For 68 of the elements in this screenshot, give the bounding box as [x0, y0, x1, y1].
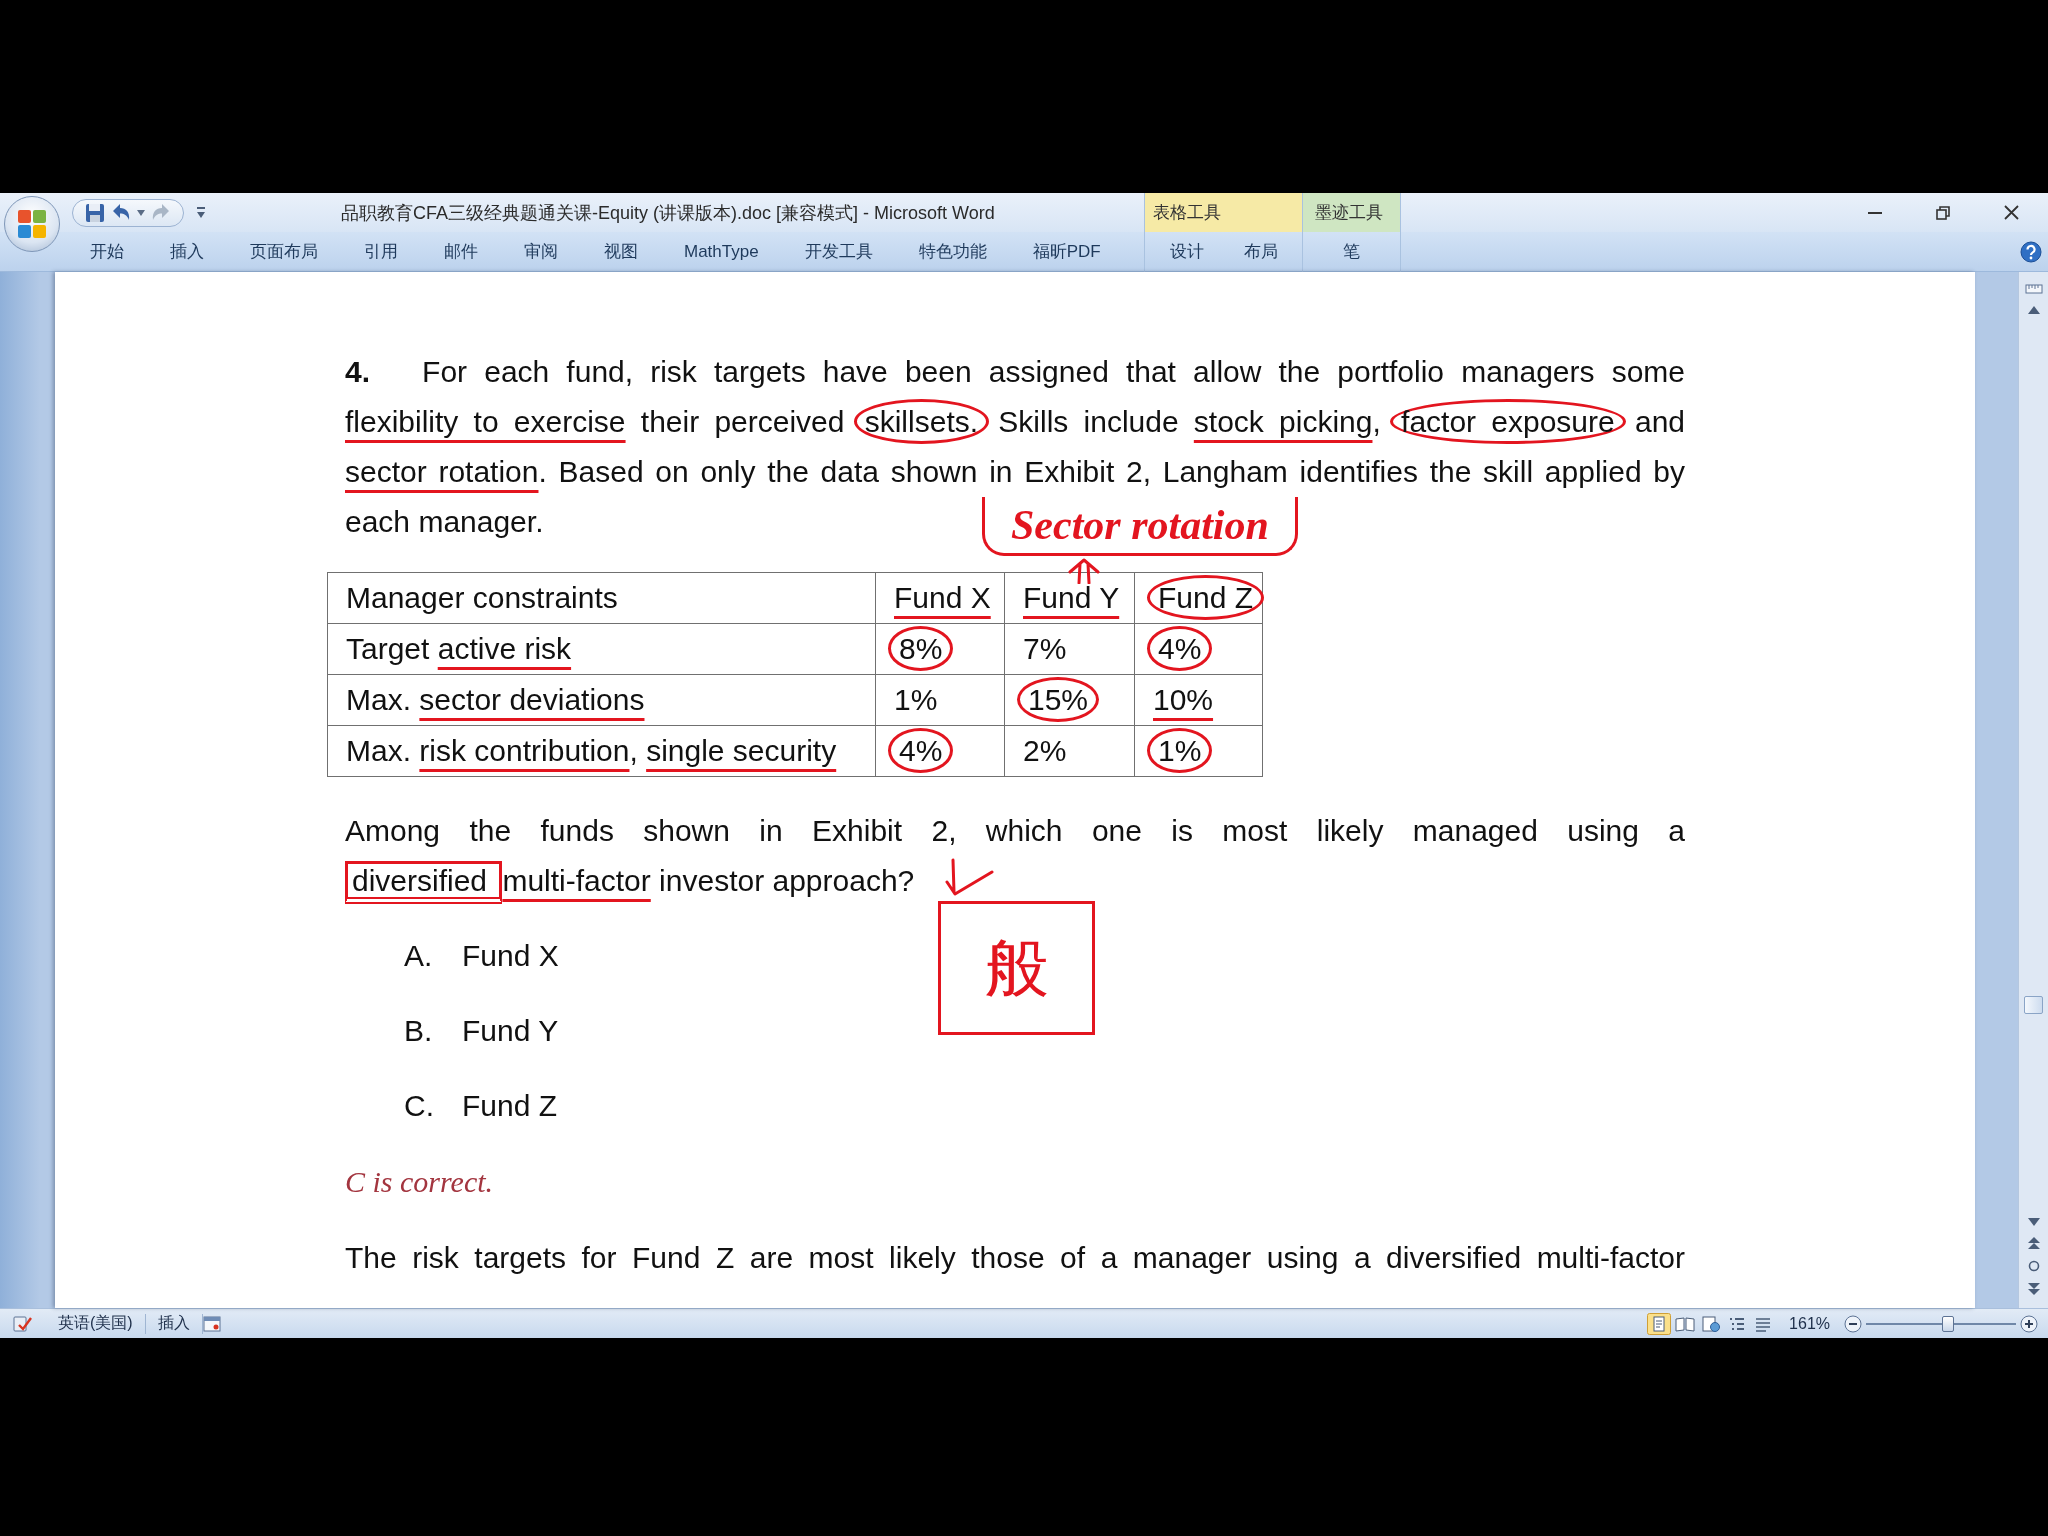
handwritten-note: Sector rotation — [982, 497, 1298, 556]
option-text: Fund X — [462, 939, 559, 973]
ribbon-tab[interactable]: 福昕PDF — [1009, 235, 1124, 268]
vertical-scrollbar[interactable] — [2018, 272, 2048, 1308]
table-cell: Max. risk contribution, single security — [327, 725, 876, 777]
table-cell: 10% — [1134, 674, 1263, 726]
ribbon-tab[interactable]: 插入 — [147, 235, 227, 268]
table-cell: Max. sector deviations — [327, 674, 876, 726]
zoom-in-icon[interactable] — [2020, 1314, 2038, 1333]
arrow-up-icon[interactable] — [2027, 306, 2040, 314]
table-cell: 2% — [1004, 725, 1135, 777]
minimize-icon — [1868, 211, 1882, 214]
explanation-text: The risk targets for Fund Z are most likely those of a manager using a diversified multi-factor — [345, 1240, 1685, 1276]
help-icon[interactable] — [2020, 240, 2042, 263]
window-title: 品职教育CFA三级经典题通关课-Equity (讲课版本).doc [兼容模式] - Microsoft Word — [341, 201, 995, 225]
table-cell: Target active risk — [327, 623, 876, 675]
ruler-icon[interactable] — [2024, 282, 2043, 296]
ribbon-tab[interactable]: 开始 — [67, 235, 147, 268]
column-header: Fund Z — [1134, 572, 1263, 624]
zoom-out-icon[interactable] — [1844, 1314, 1862, 1333]
table-cell: 8% — [875, 623, 1005, 675]
option-letter: B. — [404, 1014, 433, 1048]
table-cell: 4% — [1134, 623, 1263, 675]
contextual-tab-group-label: 表格工具 — [1145, 193, 1302, 232]
column-header: Manager constraints — [327, 572, 876, 624]
zoom-level[interactable]: 161% — [1783, 1314, 1840, 1333]
arrow-down-icon[interactable] — [2027, 1218, 2040, 1226]
answer-key-text: C is correct. — [345, 1164, 495, 1200]
ribbon-tab[interactable]: 布局 — [1223, 235, 1298, 268]
caret-icon[interactable] — [196, 206, 206, 219]
scrollbar-thumb[interactable] — [2024, 995, 2043, 1014]
column-header: Fund Y — [1004, 572, 1135, 624]
double-arrow-down-icon[interactable] — [2027, 1282, 2040, 1296]
insert-mode-indicator[interactable]: 插入 — [145, 1313, 202, 1334]
handwritten-note: 般 — [938, 901, 1095, 1035]
ribbon-tab[interactable]: 开发工具 — [781, 235, 896, 268]
option-letter: A. — [404, 939, 433, 973]
contextual-tab-group-label: 墨迹工具 — [1303, 193, 1400, 232]
ribbon-tab[interactable]: 审阅 — [501, 235, 581, 268]
table-cell: 1% — [1134, 725, 1263, 777]
restore-icon — [1936, 205, 1950, 220]
ribbon-tab[interactable]: 设计 — [1149, 235, 1224, 268]
ribbon-tab[interactable]: MathType — [661, 236, 782, 267]
page-icon[interactable] — [1647, 1312, 1672, 1335]
ribbon-tab[interactable]: 邮件 — [421, 235, 501, 268]
table-cell: 15% — [1004, 674, 1135, 726]
option-letter: C. — [404, 1089, 434, 1123]
option-text: Fund Z — [462, 1089, 558, 1123]
four-squares-icon — [17, 209, 47, 239]
table-cell: 4% — [875, 725, 1005, 777]
circle-icon[interactable] — [2027, 1260, 2040, 1272]
ribbon-tab[interactable]: 引用 — [341, 235, 421, 268]
handwritten-arrow — [1066, 558, 1102, 584]
double-arrow-up-icon[interactable] — [2027, 1236, 2040, 1250]
ribbon-tab[interactable]: 视图 — [581, 235, 661, 268]
caret-icon[interactable] — [137, 209, 145, 216]
book-check-icon[interactable] — [12, 1314, 32, 1333]
ribbon-tab[interactable]: 页面布局 — [227, 235, 341, 268]
table-cell: 7% — [1004, 623, 1135, 675]
option-text: Fund Y — [462, 1014, 559, 1048]
ribbon-tab[interactable]: 特色功能 — [895, 235, 1010, 268]
column-header: Fund X — [875, 572, 1005, 624]
language-indicator[interactable]: 英语(美国) — [46, 1313, 145, 1334]
table-cell: 1% — [875, 674, 1005, 726]
document-icon[interactable] — [202, 1315, 221, 1332]
close-icon — [2003, 205, 2019, 220]
slider-thumb[interactable] — [1941, 1315, 1954, 1332]
handwritten-arrow — [945, 858, 995, 896]
